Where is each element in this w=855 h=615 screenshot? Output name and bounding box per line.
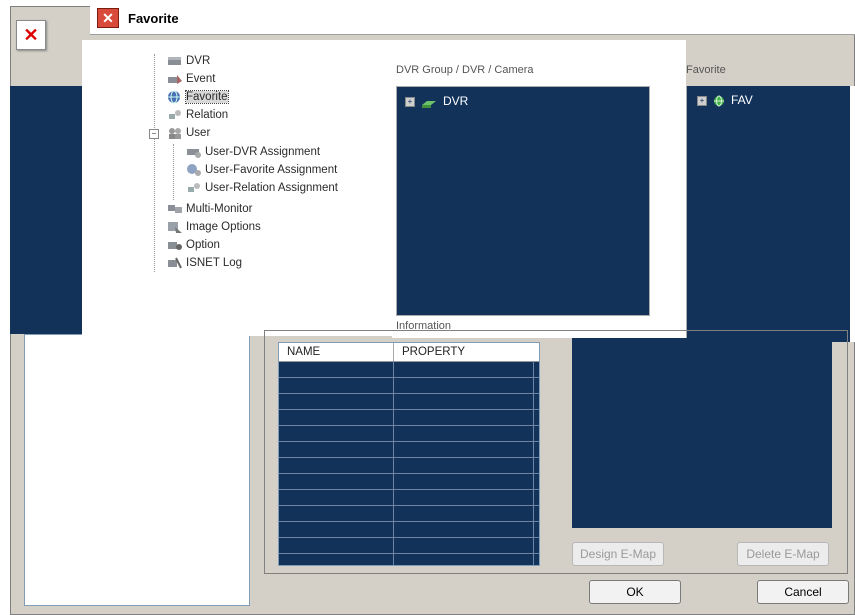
user-relation-icon xyxy=(186,181,202,195)
ok-button[interactable]: OK xyxy=(589,580,681,604)
favorite-header: Favorite xyxy=(686,64,726,76)
close-icon: ✕ xyxy=(23,25,39,45)
dvr-icon xyxy=(167,54,183,68)
expand-icon[interactable]: + xyxy=(405,96,415,107)
tree-item-option[interactable]: Option xyxy=(167,236,220,254)
title-close-button[interactable]: ✕ xyxy=(97,8,119,28)
column-header-name[interactable]: NAME xyxy=(279,343,393,361)
tree-item-label: Option xyxy=(186,239,220,251)
tree-item-label: Event xyxy=(186,73,216,85)
tree-item-event[interactable]: Event xyxy=(167,70,215,88)
title-bar xyxy=(90,6,855,35)
emap-preview xyxy=(572,338,832,528)
tree-item-dvr[interactable]: DVR xyxy=(167,52,210,70)
tree-item-label: ISNET Log xyxy=(186,257,243,269)
tree-item-relation[interactable]: Relation xyxy=(167,106,228,124)
tree-item-image-options[interactable]: Image Options xyxy=(167,218,261,236)
dvr-tree-label: DVR xyxy=(443,94,469,108)
tree-item-user-favorite-assignment[interactable]: User-Favorite Assignment xyxy=(186,161,337,179)
tree-item-user-dvr-assignment[interactable]: User-DVR Assignment xyxy=(186,143,320,161)
favorite-tree-item[interactable]: + FAV xyxy=(697,92,753,108)
favorite-edge xyxy=(850,86,855,342)
user-dvr-icon xyxy=(186,145,202,159)
image-options-icon xyxy=(167,220,183,234)
multi-monitor-icon xyxy=(167,202,183,216)
tree-item-label: DVR xyxy=(186,55,211,67)
delete-emap-button[interactable]: Delete E-Map xyxy=(737,542,829,566)
user-favorite-icon xyxy=(186,163,202,177)
tree-item-favorite[interactable]: Favorite xyxy=(167,88,229,106)
column-header-property[interactable]: PROPERTY xyxy=(393,343,535,361)
tree-item-label: Relation xyxy=(186,109,229,121)
expand-icon[interactable]: + xyxy=(697,95,707,106)
close-button[interactable]: ✕ xyxy=(16,20,46,50)
tree-item-label: User-DVR Assignment xyxy=(205,146,321,158)
tree-item-label: User-Favorite Assignment xyxy=(205,164,338,176)
design-emap-button[interactable]: Design E-Map xyxy=(572,542,664,566)
window-title: Favorite xyxy=(128,11,179,26)
relation-icon xyxy=(167,108,183,122)
left-dark-area xyxy=(10,86,82,334)
dvr-group-header: DVR Group / DVR / Camera xyxy=(396,64,534,76)
tree-item-user-relation-assignment[interactable]: User-Relation Assignment xyxy=(186,179,338,197)
user-expander[interactable]: − xyxy=(149,129,159,139)
fav-globe-icon xyxy=(713,95,725,107)
dvr-tree-list[interactable]: + DVR xyxy=(396,86,650,316)
tree-item-label: User xyxy=(186,127,211,139)
tree-item-user[interactable]: User xyxy=(167,124,210,142)
favorite-tree-list[interactable]: + FAV xyxy=(686,86,851,342)
tree-item-multi-monitor[interactable]: Multi-Monitor xyxy=(167,200,252,218)
dvr-node-icon xyxy=(421,97,437,108)
left-list-box[interactable] xyxy=(24,334,250,606)
information-table[interactable]: NAME PROPERTY xyxy=(278,342,540,566)
user-icon xyxy=(167,126,183,140)
favorite-tree-label: FAV xyxy=(731,93,753,107)
tree-item-isnet-log[interactable]: ISNET Log xyxy=(167,254,242,272)
option-icon xyxy=(167,238,183,252)
tree-item-label: Favorite xyxy=(185,90,229,104)
information-table-header: NAME PROPERTY xyxy=(279,343,539,362)
cancel-button[interactable]: Cancel xyxy=(757,580,849,604)
tree-item-label: Multi-Monitor xyxy=(186,203,253,215)
favorite-globe-icon xyxy=(167,90,183,104)
settings-tree[interactable]: DVR Event Favorite Relation − User User-… xyxy=(82,40,392,336)
dvr-tree-item[interactable]: + DVR xyxy=(405,93,468,109)
tree-item-label: User-Relation Assignment xyxy=(205,182,338,194)
event-icon xyxy=(167,72,183,86)
tree-item-label: Image Options xyxy=(186,221,261,233)
log-icon xyxy=(167,256,183,270)
